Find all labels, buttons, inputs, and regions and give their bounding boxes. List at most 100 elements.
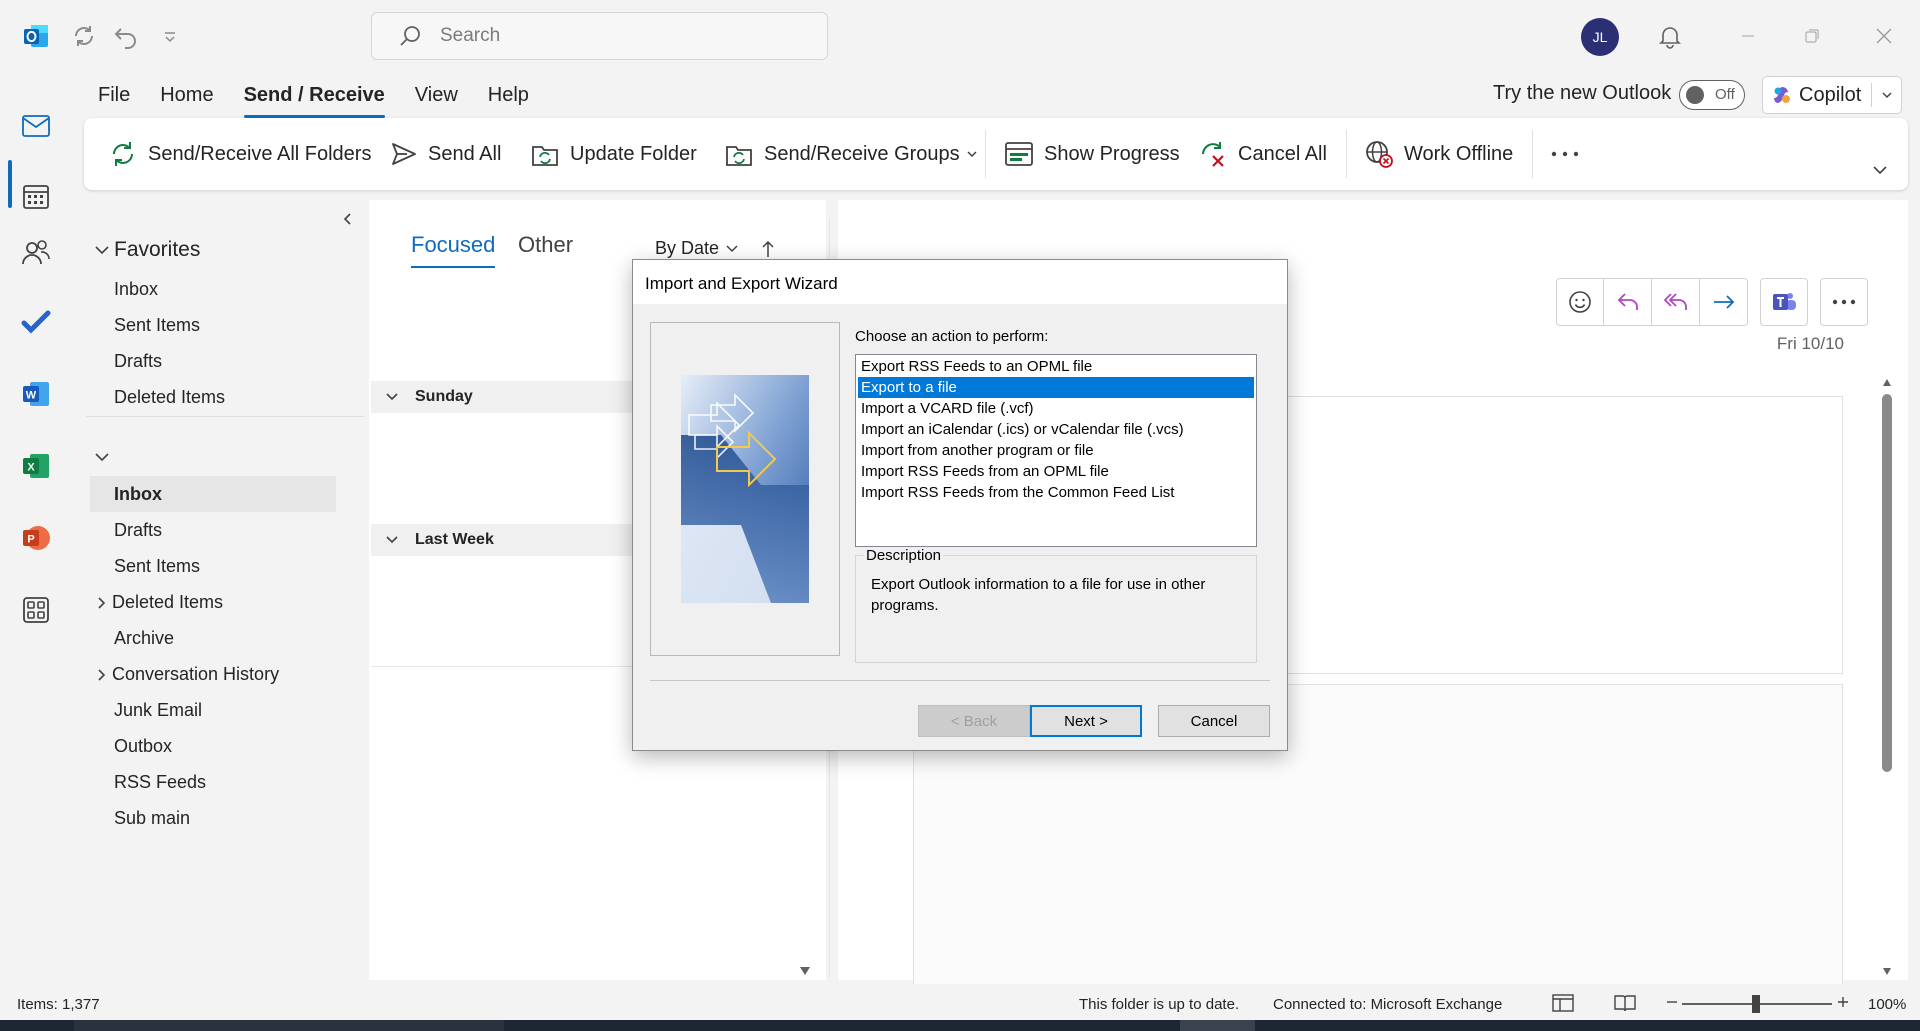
tab-send-receive[interactable]: Send / Receive	[230, 80, 399, 118]
bell-icon[interactable]	[1654, 20, 1686, 52]
favorite-drafts[interactable]: Drafts	[114, 351, 162, 372]
scrollbar-thumb[interactable]	[1882, 394, 1892, 772]
option-export-to-file[interactable]: Export to a file	[858, 377, 1254, 398]
folder-junk-email[interactable]: Junk Email	[114, 700, 202, 721]
sync-icon[interactable]	[68, 20, 100, 52]
chevron-down-icon	[726, 244, 738, 252]
folder-outbox[interactable]: Outbox	[114, 736, 172, 757]
folder-rss-feeds[interactable]: RSS Feeds	[114, 772, 206, 793]
cancel-button[interactable]: Cancel	[1158, 705, 1270, 737]
favorite-inbox[interactable]: Inbox	[114, 279, 158, 300]
show-progress-button[interactable]: Show Progress	[1004, 136, 1180, 172]
work-offline-button[interactable]: Work Offline	[1364, 136, 1513, 172]
search-input[interactable]	[440, 25, 800, 47]
folder-archive[interactable]: Archive	[114, 628, 174, 649]
send-receive-groups-label: Send/Receive Groups	[764, 142, 960, 165]
reply-all-icon[interactable]	[1652, 278, 1700, 326]
option-import-rss-common-feed[interactable]: Import RSS Feeds from the Common Feed Li…	[858, 482, 1254, 503]
copilot-chevron-down-icon[interactable]	[1881, 89, 1893, 101]
reading-view-icon[interactable]	[1614, 994, 1636, 1012]
ribbon-expand-chevron-down-icon[interactable]	[1872, 160, 1898, 180]
scroll-down-icon[interactable]	[799, 966, 811, 976]
normal-view-icon[interactable]	[1552, 994, 1574, 1012]
send-receive-groups-button[interactable]: Send/Receive Groups	[724, 136, 988, 172]
avatar[interactable]: JL	[1581, 18, 1619, 56]
tab-file[interactable]: File	[84, 80, 144, 112]
option-import-vcard[interactable]: Import a VCARD file (.vcf)	[858, 398, 1254, 419]
mail-icon[interactable]	[16, 106, 56, 146]
next-button[interactable]: Next >	[1030, 705, 1142, 737]
todo-icon[interactable]	[16, 302, 56, 342]
option-import-rss-opml[interactable]: Import RSS Feeds from an OPML file	[858, 461, 1254, 482]
folder-sent-items[interactable]: Sent Items	[114, 556, 200, 577]
taskbar-segment	[74, 1020, 504, 1031]
copilot-icon	[1773, 86, 1791, 104]
folder-deleted-items[interactable]: Deleted Items	[96, 592, 223, 613]
tab-other[interactable]: Other	[518, 232, 573, 258]
collapse-pane-chevron-left-icon[interactable]	[342, 212, 354, 226]
quick-access-dropdown-icon[interactable]	[154, 20, 186, 52]
tab-home[interactable]: Home	[146, 80, 227, 112]
option-export-rss-opml[interactable]: Export RSS Feeds to an OPML file	[858, 356, 1254, 377]
tab-view[interactable]: View	[401, 80, 472, 112]
update-folder-button[interactable]: Update Folder	[530, 136, 697, 172]
favorites-header[interactable]: Favorites	[94, 238, 200, 262]
folder-inbox[interactable]: Inbox	[90, 476, 336, 512]
send-receive-groups-icon	[726, 146, 752, 166]
search-icon	[398, 24, 422, 48]
svg-text:W: W	[26, 390, 37, 402]
people-icon[interactable]	[16, 232, 56, 272]
send-all-button[interactable]: Send All	[390, 136, 501, 172]
sort-by-dropdown[interactable]: By Date	[655, 238, 775, 259]
more-options-icon[interactable]	[1550, 136, 1590, 172]
option-import-icalendar[interactable]: Import an iCalendar (.ics) or vCalendar …	[858, 419, 1254, 440]
copilot-button[interactable]: Copilot	[1762, 76, 1902, 114]
zoom-slider-thumb[interactable]	[1752, 995, 1760, 1013]
back-button[interactable]: < Back	[918, 705, 1030, 737]
tab-help[interactable]: Help	[474, 80, 543, 112]
folder-sub-main[interactable]: Sub main	[114, 808, 190, 829]
new-outlook-toggle[interactable]: Off	[1679, 80, 1745, 110]
cancel-all-button[interactable]: Cancel All	[1198, 136, 1327, 172]
reply-icon[interactable]	[1604, 278, 1652, 326]
excel-icon[interactable]: X	[16, 446, 56, 486]
sort-arrow-up-icon[interactable]	[761, 239, 775, 259]
close-icon[interactable]	[1864, 20, 1904, 52]
word-icon[interactable]: W	[16, 374, 56, 414]
minimize-icon[interactable]	[1728, 20, 1768, 52]
favorite-deleted-items[interactable]: Deleted Items	[114, 387, 225, 408]
calendar-icon[interactable]	[16, 176, 56, 216]
tab-focused[interactable]: Focused	[411, 232, 496, 268]
zoom-out-icon[interactable]	[1665, 992, 1679, 1012]
folder-deleted-items-label: Deleted Items	[112, 592, 224, 612]
more-apps-icon[interactable]	[16, 590, 56, 630]
work-offline-label: Work Offline	[1404, 142, 1514, 165]
send-receive-all-button[interactable]: Send/Receive All Folders	[108, 136, 371, 172]
option-import-from-program[interactable]: Import from another program or file	[858, 440, 1254, 461]
dialog-title-bar[interactable]: Import and Export Wizard	[633, 260, 1287, 304]
title-bar: JL	[0, 0, 1920, 76]
dialog-title: Import and Export Wizard	[645, 274, 838, 293]
emoji-icon[interactable]	[1556, 278, 1604, 326]
action-listbox[interactable]: Export RSS Feeds to an OPML file Export …	[855, 354, 1257, 547]
forward-icon[interactable]	[1700, 278, 1748, 326]
wizard-illustration	[650, 322, 840, 656]
ribbon-divider	[1532, 130, 1533, 178]
account-chevron-down-icon[interactable]	[94, 450, 110, 464]
sort-by-label: By Date	[655, 238, 720, 258]
restore-icon[interactable]	[1792, 20, 1832, 52]
reading-pane-scrollbar[interactable]	[1882, 378, 1892, 978]
teams-icon[interactable]	[1760, 278, 1808, 326]
scroll-up-icon[interactable]	[1882, 378, 1892, 388]
zoom-in-icon[interactable]	[1836, 992, 1850, 1012]
folder-conversation-history[interactable]: Conversation History	[96, 664, 279, 685]
folder-drafts[interactable]: Drafts	[114, 520, 162, 541]
undo-icon[interactable]	[110, 20, 142, 52]
powerpoint-icon[interactable]: P	[16, 518, 56, 558]
search-box[interactable]	[371, 12, 828, 60]
more-actions-icon[interactable]	[1820, 278, 1868, 326]
zoom-level[interactable]: 100%	[1868, 996, 1906, 1013]
favorite-sent-items[interactable]: Sent Items	[114, 315, 200, 336]
scroll-down-icon[interactable]	[1882, 966, 1892, 976]
wizard-arrows-graphic	[681, 375, 809, 603]
